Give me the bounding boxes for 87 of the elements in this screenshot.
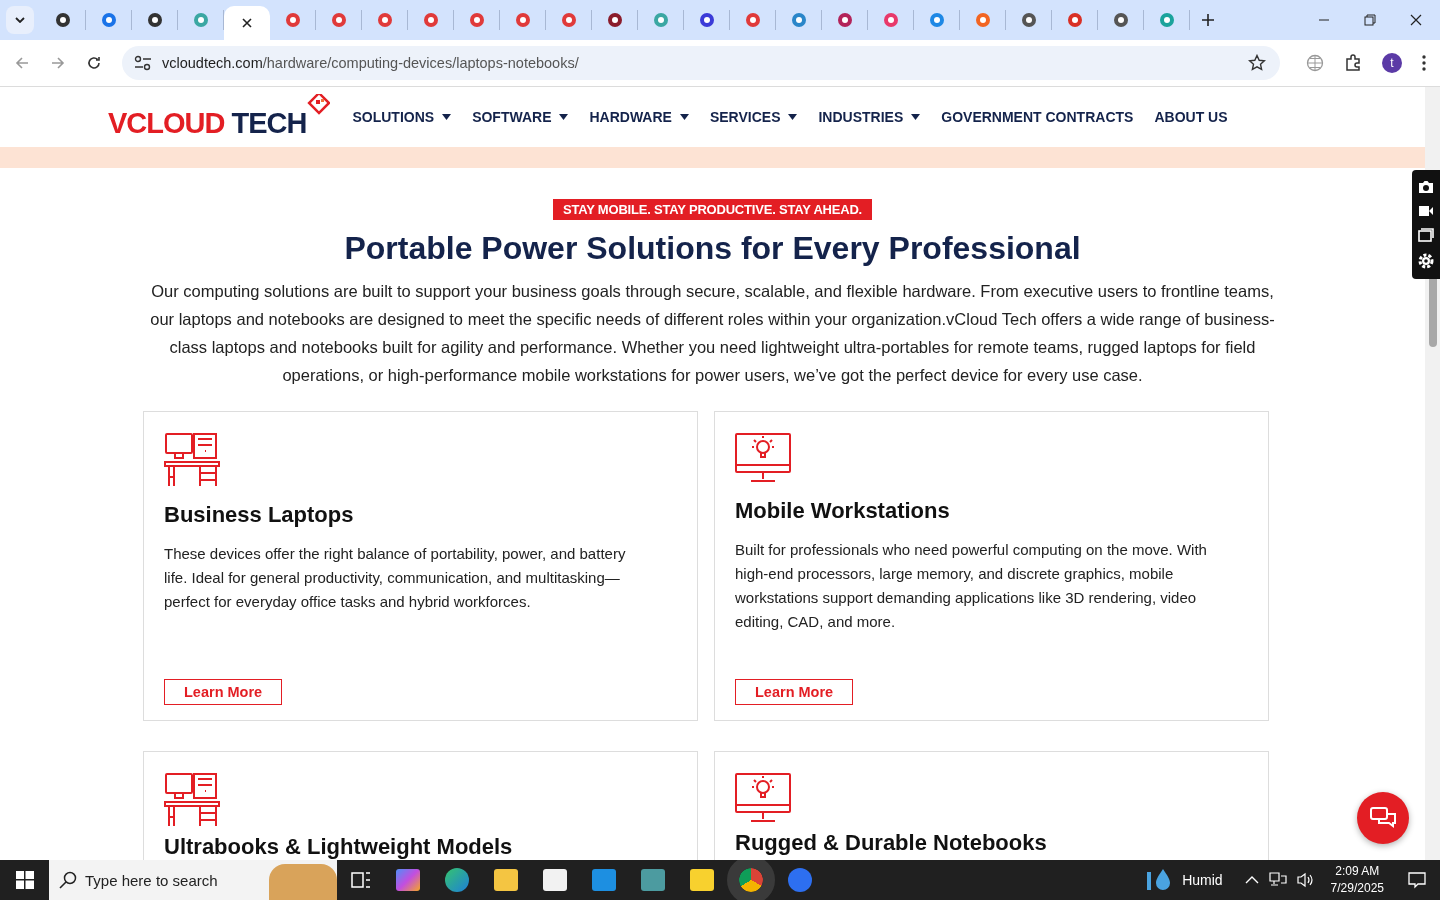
favicon-icon: [744, 12, 761, 28]
nav-link[interactable]: INDUSTRIES: [818, 109, 921, 125]
site-settings-icon[interactable]: [134, 55, 152, 71]
card-title: Rugged & Durable Notebooks: [735, 830, 1047, 856]
nav-link[interactable]: SOFTWARE: [472, 109, 569, 125]
forward-icon[interactable]: [50, 55, 66, 71]
window-icon[interactable]: [1418, 228, 1434, 242]
site-logo[interactable]: VCLOUD TECH: [108, 94, 331, 140]
caret-icon: [679, 114, 689, 120]
favicon-icon: [54, 12, 71, 28]
search-icon: [59, 871, 77, 889]
caret-icon: [442, 114, 452, 120]
bookmark-star-icon[interactable]: [1248, 54, 1266, 72]
desk-computer-icon: [164, 432, 220, 488]
card-description: Built for professionals who need powerful computing on the move. With high-end processors, large memory, and discrete graphics, mobile workstations support demanding applications like 3D rendering, video editing, CAD, and more.: [735, 540, 1208, 632]
monitor-lightbulb-icon: [735, 432, 791, 484]
favicon-icon: [146, 12, 163, 28]
favicon-icon: [376, 12, 393, 28]
chat-button[interactable]: [1357, 792, 1409, 844]
globe-icon[interactable]: [1306, 54, 1324, 72]
raindrop-icon: [1146, 868, 1173, 892]
clock[interactable]: 2:09 AM 7/29/2025: [1330, 863, 1384, 897]
close-icon[interactable]: [242, 18, 252, 28]
card-title: Ultrabooks & Lightweight Models: [164, 834, 513, 860]
favicon-icon: [698, 12, 715, 28]
favicon-icon: [514, 12, 531, 28]
nav-link[interactable]: SERVICES: [709, 109, 798, 125]
favicon-icon: [606, 12, 623, 28]
caret-icon: [559, 114, 569, 120]
favicon-icon: [1066, 12, 1083, 28]
favicon-icon: [790, 12, 807, 28]
camera-icon[interactable]: [1418, 180, 1434, 194]
extensions-icon[interactable]: [1344, 54, 1362, 72]
card-description: These devices offer the right balance of portability, power, and battery life. Ideal for general productivity, communication, and multitasking—perfect for everyday office tasks and hybrid workforces.: [164, 544, 627, 612]
favicon-icon: [1020, 12, 1037, 28]
favicon-icon: [652, 12, 669, 28]
card-title: Business Laptops: [164, 502, 354, 528]
zoom-app-icon[interactable]: [788, 868, 812, 892]
address-bar[interactable]: vcloudtech.com/hardware/computing-devices/laptops-notebooks/: [122, 46, 1280, 80]
favicon-icon: [836, 12, 853, 28]
desk-computer-icon: [164, 772, 220, 828]
chevron-down-icon: [15, 17, 25, 23]
favicon-icon: [468, 12, 485, 28]
browser-app-icon[interactable]: [445, 868, 469, 892]
favicon-icon: [192, 12, 209, 28]
nav-link[interactable]: SOLUTIONS: [352, 109, 452, 125]
learn-more-button[interactable]: Learn More: [735, 679, 854, 705]
network-icon[interactable]: [1268, 872, 1287, 888]
close-icon[interactable]: [1410, 14, 1422, 26]
favicon-icon: [560, 12, 577, 28]
nav-link[interactable]: GOVERNMENT CONTRACTS: [941, 109, 1134, 125]
chevron-up-icon[interactable]: [1244, 876, 1259, 884]
favicon-icon: [1112, 12, 1129, 28]
monitor-lightbulb-icon: [735, 772, 791, 824]
nav-link[interactable]: ABOUT US: [1154, 109, 1228, 125]
nav-link[interactable]: HARDWARE: [589, 109, 689, 125]
new-tab-icon[interactable]: [1202, 14, 1214, 26]
reload-icon[interactable]: [86, 55, 102, 71]
favicon-icon: [422, 12, 439, 28]
speaker-icon[interactable]: [1296, 872, 1315, 888]
menu-icon[interactable]: [1422, 55, 1426, 71]
favicon-icon: [330, 12, 347, 28]
video-camera-icon[interactable]: [1418, 205, 1434, 217]
caret-icon: [911, 114, 921, 120]
tagline-badge: STAY MOBILE. STAY PRODUCTIVE. STAY AHEAD.: [552, 199, 873, 220]
restore-icon[interactable]: [1364, 14, 1376, 26]
weather-label: Humid: [1182, 872, 1223, 888]
profile-avatar[interactable]: t: [1382, 53, 1402, 73]
chat-icon: [1370, 807, 1396, 829]
card-title: Mobile Workstations: [735, 498, 950, 524]
favicon-icon: [928, 12, 945, 28]
favicon-icon: [100, 12, 117, 28]
caret-icon: [788, 114, 798, 120]
back-icon[interactable]: [14, 55, 30, 71]
notifications-icon[interactable]: [1408, 871, 1426, 889]
tab-search-button[interactable]: [6, 6, 34, 34]
learn-more-button[interactable]: Learn More: [164, 679, 283, 705]
taskbar-search-field[interactable]: Type here to search: [85, 871, 245, 889]
page-heading: Portable Power Solutions for Every Professional: [344, 230, 1081, 267]
settings-icon[interactable]: [1418, 253, 1434, 269]
task-view-icon[interactable]: [351, 871, 371, 889]
favicon-icon: [882, 12, 899, 28]
intro-paragraph: Our computing solutions are built to support your business goals through secure, scalable, and flexible hardware. From executive users to frontline teams, our laptops and notebooks are designed to meet the specific needs of different roles within your organization.vCloud Tech offers a wide range of business-class laptops and notebooks built for agility and performance. Whether you need lightweight ultra-portables for remote teams, rugged laptops for field operations, or high-performance mobile workstations for power users, we’ve got the perfect device for every use case.: [149, 281, 1276, 386]
windows-start-icon[interactable]: [16, 871, 34, 889]
favicon-icon: [974, 12, 991, 28]
favicon-icon: [1158, 12, 1175, 28]
favicon-icon: [284, 12, 301, 28]
